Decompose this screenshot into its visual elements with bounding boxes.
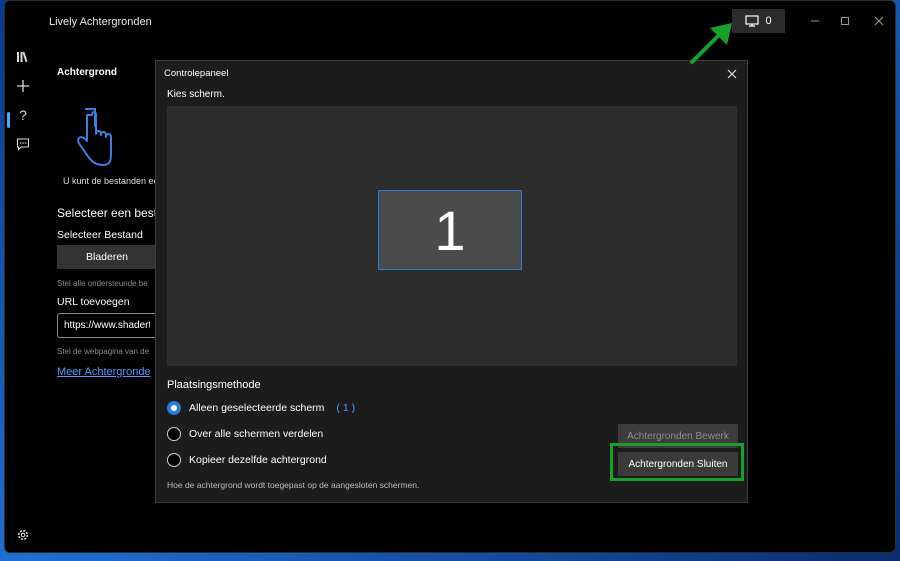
screen-tile-1[interactable]: 1 [378,190,522,270]
close-icon [727,69,737,79]
option-label: Over alle schermen verdelen [189,428,324,440]
sidebar-item-help[interactable]: ? [13,105,33,125]
settings-button[interactable] [13,525,33,545]
more-backgrounds-link[interactable]: Meer Achtergronde [57,366,157,378]
radio-button[interactable] [167,453,181,467]
background-description: U kunt de bestanden ee [63,176,159,186]
maximize-icon [841,17,849,25]
option-selected-screen[interactable]: Alleen geselecteerde scherm ( 1 ) [167,401,355,415]
placement-method-label: Plaatsingsmethode [167,379,261,391]
dialog-title: Controlepaneel [164,68,229,79]
option-duplicate[interactable]: Kopieer dezelfde achtergrond [167,453,327,467]
sidebar-item-feedback[interactable] [13,134,33,154]
screen-layout-area: 1 [167,106,737,366]
select-file-label: Selecteer Bestand [57,229,143,241]
monitor-icon [745,15,760,27]
radio-button[interactable] [167,427,181,441]
minimize-icon [811,20,819,22]
file-hint: Stel alle ondersteunde be [57,279,148,288]
window-close-button[interactable] [864,11,894,31]
option-count: ( 1 ) [336,402,356,414]
url-label: URL toevoegen [57,296,130,308]
placement-hint: Hoe de achtergrond wordt toegepast op de… [167,480,420,490]
active-indicator [7,112,10,128]
url-hint: Stel de webpagina van de [57,347,150,356]
monitor-count: 0 [765,15,772,27]
option-label: Kopieer dezelfde achtergrond [189,454,327,466]
url-input[interactable] [57,313,157,338]
radio-button[interactable] [167,401,181,415]
sidebar: ? [5,39,41,552]
choose-screen-label: Kies scherm. [167,89,225,100]
feedback-icon [16,138,30,151]
arrow-icon [690,23,732,64]
title-bar: Lively Achtergronden 0 [5,1,895,39]
option-span-screens[interactable]: Over alle schermen verdelen [167,427,323,441]
highlight-box [610,443,744,481]
control-panel-dialog: Controlepaneel Kies scherm. 1 Plaatsings… [155,60,748,503]
minimize-button[interactable] [800,11,830,31]
add-icon [17,80,29,92]
maximize-button[interactable] [830,11,860,31]
help-icon: ? [19,107,27,123]
app-title: Lively Achtergronden [49,16,152,28]
close-icon [874,16,884,26]
touch-hand-icon [77,108,112,166]
monitor-button[interactable]: 0 [732,9,785,33]
sidebar-item-library[interactable] [13,47,33,67]
library-icon [17,51,28,63]
option-label: Alleen geselecteerde scherm [189,402,325,414]
sidebar-item-add[interactable] [13,76,33,96]
browse-button[interactable]: Bladeren [57,245,157,269]
background-heading: Achtergrond [57,67,117,78]
select-section-title: Selecteer een best [57,206,157,220]
gear-icon [17,529,29,541]
